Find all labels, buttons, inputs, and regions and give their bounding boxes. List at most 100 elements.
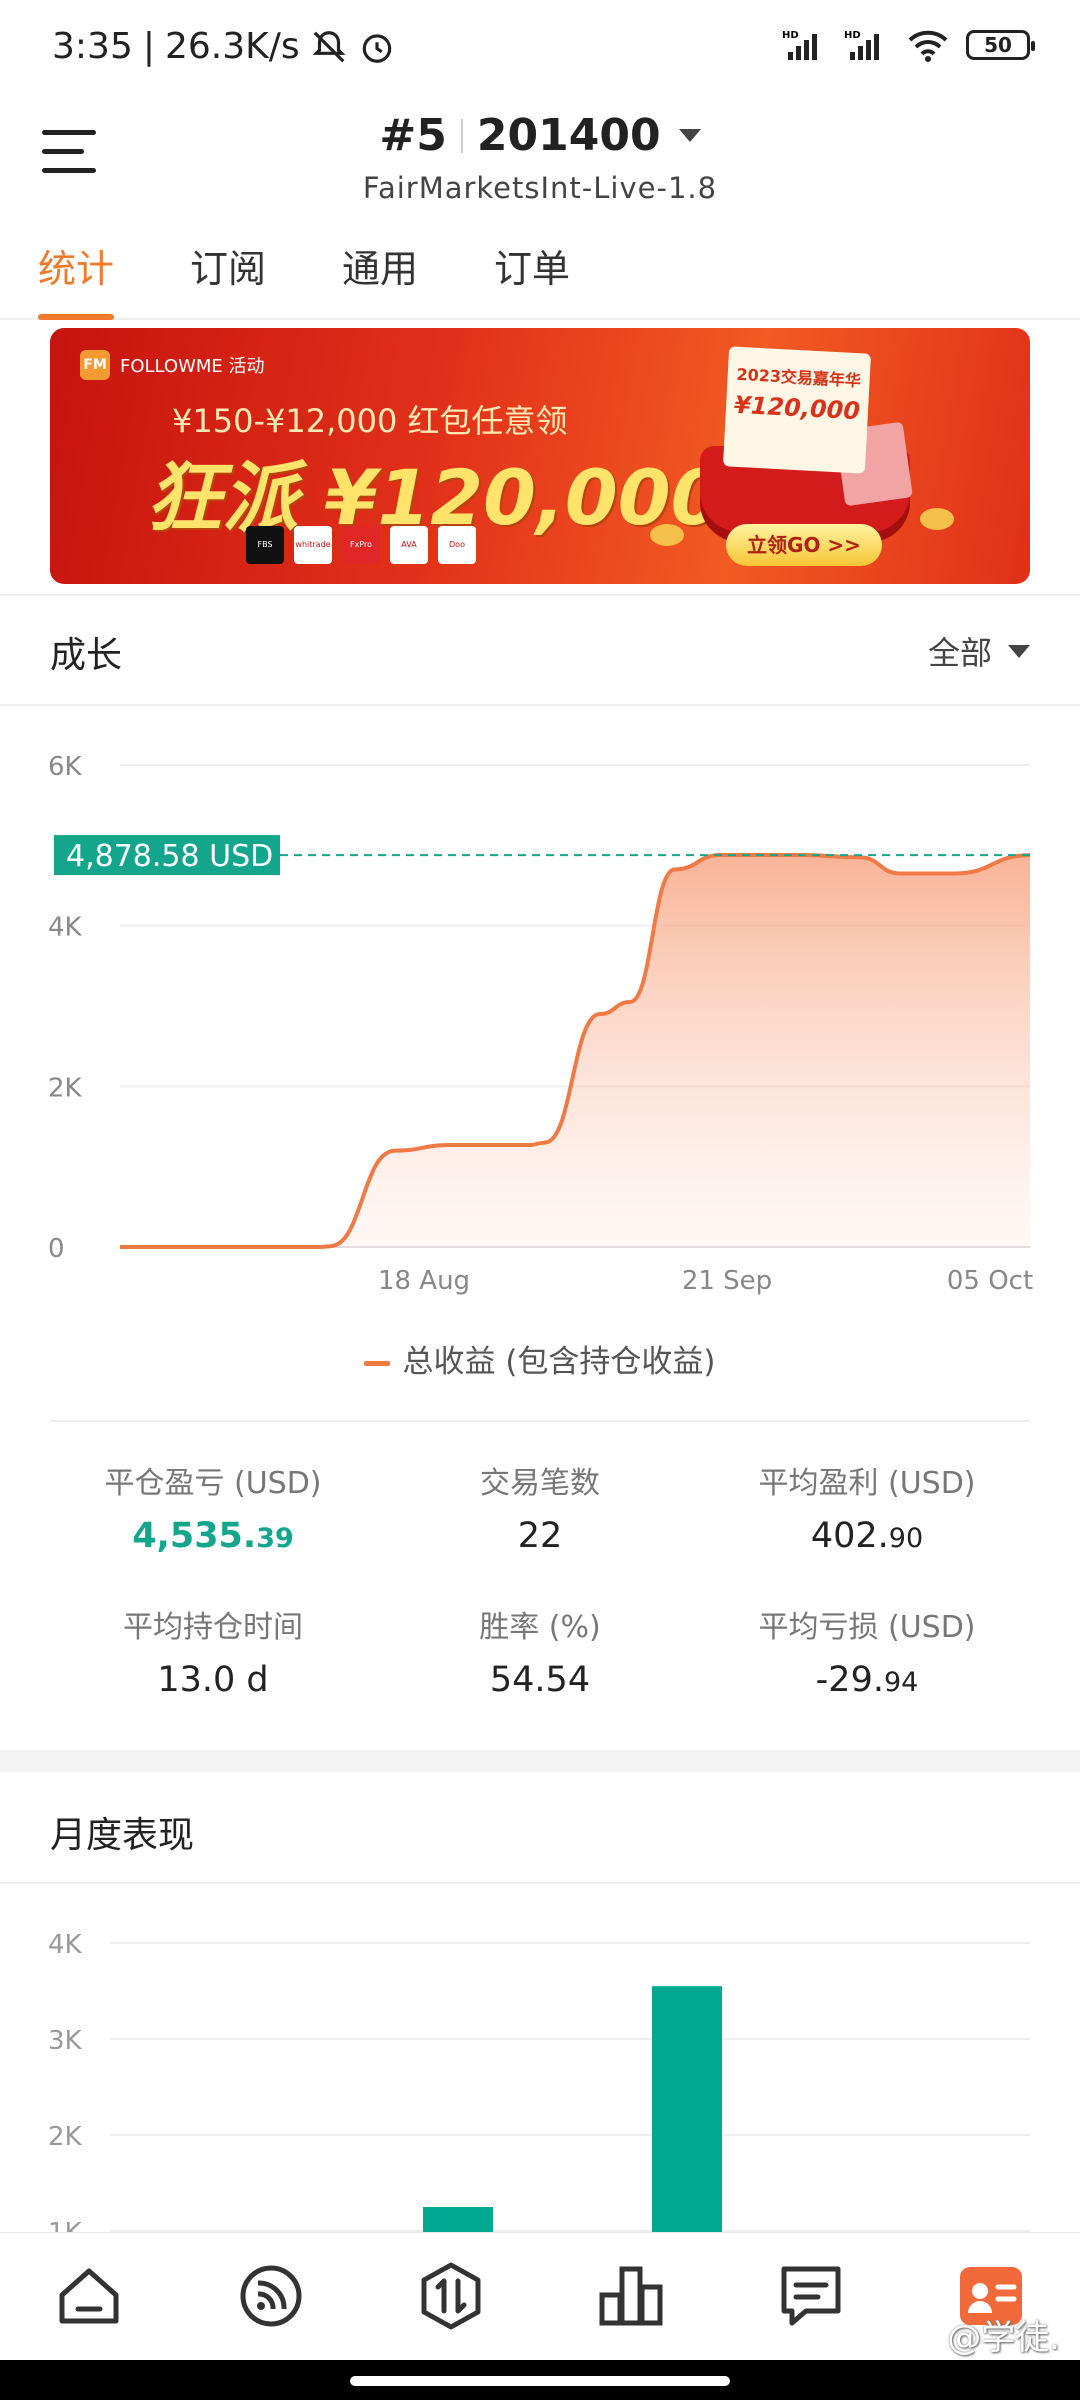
wifi-icon <box>908 30 948 62</box>
tab-subscribe[interactable]: 订阅 <box>190 238 266 320</box>
growth-legend: 总收益 (包含持仓收益) <box>0 1336 1080 1381</box>
nav-subscribe[interactable] <box>236 2261 306 2331</box>
tab-bar: 统计 订阅 通用 订单 <box>0 228 1080 320</box>
alarm-icon <box>362 33 391 63</box>
growth-chart: 4,878.58 USD 0 2K 4K 6K 18 Aug 21 Sep 05 Oct <box>48 752 1033 1296</box>
svg-text:HD: HD <box>782 30 799 41</box>
coin-illustration <box>650 524 684 546</box>
nav-trade[interactable] <box>416 2261 486 2331</box>
stat-avg-profit: 平均盈利 (USD) 402.90 <box>704 1458 1030 1556</box>
broker-logo: FxPro <box>342 526 380 564</box>
stat-avg-hold-time: 平均持仓时间 13.0 d <box>50 1602 376 1700</box>
message-icon <box>781 2266 841 2326</box>
nav-ranking[interactable] <box>596 2261 666 2331</box>
status-right: HD HD 50 <box>782 28 1035 62</box>
broker-logo: AVA <box>390 526 428 564</box>
stat-value-int: 402. <box>810 1516 889 1556</box>
bell-off-icon <box>312 30 346 62</box>
legend-swatch <box>364 1361 391 1366</box>
legend-label: 总收益 (包含持仓收益) <box>402 1344 716 1380</box>
current-value-label: 4,878.58 USD <box>66 839 273 874</box>
stat-avg-loss: 平均亏损 (USD) -29.94 <box>704 1602 1030 1700</box>
status-left: 3:35 | 26.3K/s <box>52 26 396 67</box>
signal-hd-icon: HD <box>844 30 879 60</box>
banner-brand: FM FOLLOWME 活动 <box>80 350 265 380</box>
followme-logo: FM <box>80 350 110 380</box>
account-rank: #5 <box>379 110 447 161</box>
stat-value-dec: 39 <box>256 1523 294 1554</box>
bottom-navigation <box>0 2232 1080 2362</box>
x-tick-label: 21 Sep <box>682 1266 772 1296</box>
promo-card-title: 2023交易嘉年华 <box>736 364 862 391</box>
stat-value-dec: 90 <box>888 1523 924 1554</box>
stat-value: 13.0 d <box>50 1660 376 1700</box>
stats-grid: 平仓盈亏 (USD) 4,535.39 交易笔数 22 平均盈利 (USD) 4… <box>50 1420 1030 1700</box>
y-tick-label: 4K <box>48 913 83 943</box>
broker-logo: Doo Prime <box>438 526 476 564</box>
trade-icon <box>421 2262 481 2330</box>
x-tick-label: 18 Aug <box>378 1266 470 1296</box>
y-tick-label: 6K <box>48 752 83 782</box>
stat-value-int: -29. <box>815 1660 884 1700</box>
stat-win-rate: 胜率 (%) 54.54 <box>377 1602 703 1700</box>
battery-icon: 50 <box>966 30 1035 60</box>
ranking-icon <box>599 2266 663 2326</box>
monthly-bar[interactable] <box>652 1986 722 2232</box>
account-number: 201400 <box>476 110 661 161</box>
banner-cta-button[interactable]: 立领GO >> <box>726 524 882 566</box>
growth-title: 成长 <box>50 635 123 676</box>
stat-label: 平均盈利 (USD) <box>758 1466 976 1501</box>
y-tick-label: 4K <box>48 1930 83 1960</box>
home-gesture-bar[interactable] <box>350 2376 730 2386</box>
promo-banner[interactable]: FM FOLLOWME 活动 ¥150-¥12,000 红包任意领 狂派 ¥12… <box>50 328 1030 584</box>
status-bar: 3:35 | 26.3K/s HD HD 50 <box>0 0 1080 100</box>
stat-value: -29.94 <box>704 1660 1030 1700</box>
section-gap <box>0 1750 1080 1772</box>
account-separator <box>460 118 463 153</box>
status-separator: | <box>142 26 155 67</box>
broker-logo: whitrade <box>294 526 332 564</box>
broker-logo: FBS <box>246 526 284 564</box>
stat-label: 交易笔数 <box>480 1466 600 1501</box>
account-server: FairMarketsInt-Live-1.8 <box>362 171 718 205</box>
stat-value: 4,535.39 <box>50 1516 376 1556</box>
promo-card: 2023交易嘉年华 ¥120,000 <box>722 346 872 474</box>
nav-home[interactable] <box>54 2261 124 2331</box>
monthly-title: 月度表现 <box>50 1815 195 1856</box>
y-tick-label: 1K <box>48 2218 83 2232</box>
tab-statistics[interactable]: 统计 <box>38 238 115 320</box>
y-tick-label: 3K <box>48 2026 83 2056</box>
growth-filter-dropdown[interactable]: 全部 <box>928 628 1030 674</box>
app-header: #5 201400 FairMarketsInt-Live-1.8 <box>0 100 1080 215</box>
stat-value-int: 4,535. <box>132 1516 257 1556</box>
stat-label: 平仓盈亏 (USD) <box>104 1466 322 1501</box>
nav-messages[interactable] <box>776 2261 846 2331</box>
stat-value: 54.54 <box>377 1660 703 1700</box>
tab-general[interactable]: 通用 <box>342 238 418 320</box>
x-tick-label: 05 Oct <box>947 1266 1033 1296</box>
coin-illustration <box>920 508 954 530</box>
y-tick-label: 2K <box>48 1073 83 1103</box>
stat-closed-pnl: 平仓盈亏 (USD) 4,535.39 <box>50 1458 376 1556</box>
monthly-chart: 4K 3K 2K 1K <box>48 1930 1030 2232</box>
chevron-down-icon <box>1008 644 1030 658</box>
tab-orders[interactable]: 订单 <box>494 238 570 320</box>
monthly-bar[interactable] <box>423 2207 493 2232</box>
y-tick-label: 2K <box>48 2122 83 2152</box>
chevron-down-icon <box>678 129 701 142</box>
growth-filter-label: 全部 <box>927 634 992 672</box>
promo-card-amount: ¥120,000 <box>733 390 861 426</box>
stat-label: 平均亏损 (USD) <box>758 1610 976 1645</box>
divider <box>0 704 1080 706</box>
account-selector: #5 201400 FairMarketsInt-Live-1.8 <box>0 110 1080 205</box>
stat-value-int: 13.0 d <box>157 1660 269 1700</box>
divider <box>0 1882 1080 1884</box>
subscribe-icon <box>240 2265 302 2327</box>
account-dropdown[interactable]: #5 201400 <box>379 110 701 161</box>
y-tick-label: 0 <box>48 1234 65 1264</box>
stat-value-dec: 94 <box>883 1667 919 1698</box>
growth-area <box>120 854 1030 1247</box>
stat-label: 胜率 (%) <box>479 1610 601 1645</box>
banner-brand-text: FOLLOWME 活动 <box>120 356 265 377</box>
divider <box>0 594 1080 596</box>
